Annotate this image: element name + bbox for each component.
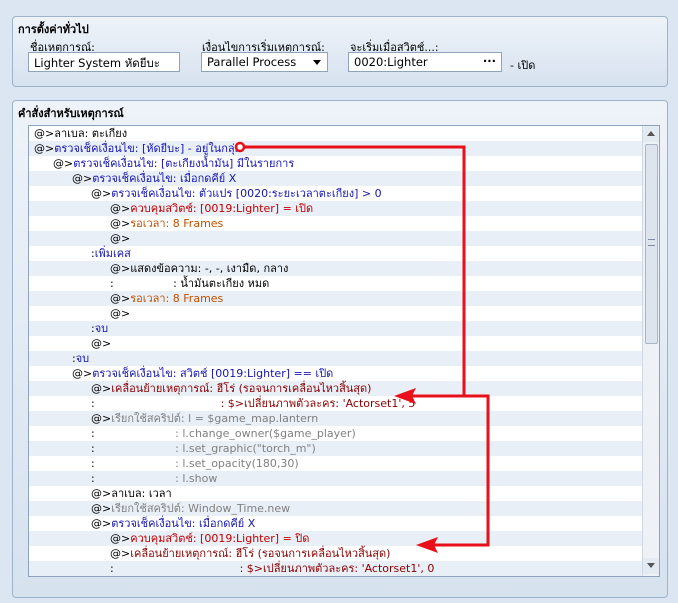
command-marker: @> (72, 172, 93, 185)
trigger-dropdown[interactable]: Parallel Process (201, 52, 328, 72)
command-text: เคลื่อนย้ายเหตุการณ์: ฮีโร่ (รอจนการเคลื… (130, 547, 391, 560)
scroll-up-icon (647, 131, 655, 136)
general-settings-title: การตั้งค่าทั่วไป (18, 23, 89, 36)
vertical-scrollbar[interactable] (642, 126, 659, 576)
command-marker: @> (91, 412, 112, 425)
command-text: : l.change_owner($game_player) (94, 427, 356, 440)
command-marker: @> (110, 307, 131, 320)
dropdown-arrow-icon (313, 60, 321, 65)
command-row[interactable]: : : $>เปลี่ยนภาพตัวละคร: 'Actorset1', 0 (29, 561, 643, 576)
command-row[interactable]: @>ตรวจเช็คเงื่อนไข: ตัวแปร [0020:ระยะเวล… (29, 186, 643, 201)
command-marker: @> (91, 502, 112, 515)
command-row[interactable]: : : l.set_graphic("torch_m") (29, 441, 643, 456)
command-text: จบ (94, 322, 109, 335)
command-text: ตรวจเช็คเงื่อนไข: เมื่อกดคีย์ X (92, 172, 237, 185)
command-marker: @> (110, 217, 131, 230)
command-text: : น้ำมันตะเกียง หมด (113, 277, 270, 290)
command-text: ควบคุมสวิตช์: [0019:Lighter] = ปิด (130, 532, 310, 545)
command-text: เคลื่อนย้ายเหตุการณ์: ฮีโร่ (รอจนการเคลื… (111, 382, 372, 395)
command-row[interactable]: : : น้ำมันตะเกียง หมด (29, 276, 643, 291)
command-row[interactable]: :จบ (29, 321, 643, 336)
command-row[interactable]: @>เรียกใช้สคริปต์: l = $game_map.lantern (29, 411, 643, 426)
command-text: ลาเบล: ตะเกียง (54, 127, 128, 140)
command-row[interactable]: @>ตรวจเช็คเงื่อนไข: สวิตช์ [0019:Lighter… (29, 366, 643, 381)
scroll-down-icon (647, 563, 655, 568)
command-marker: @> (34, 142, 55, 155)
command-text: ลาเบล: เวลา (111, 487, 172, 500)
command-marker: @> (110, 547, 131, 560)
command-text: แสดงข้อความ: -, -, เงามืด, กลาง (130, 262, 289, 275)
command-marker: @> (91, 487, 112, 500)
command-row[interactable]: @>เคลื่อนย้ายเหตุการณ์: ฮีโร่ (รอจนการเค… (29, 546, 643, 561)
command-marker: @> (91, 517, 112, 530)
command-row[interactable]: @>ควบคุมสวิตช์: [0019:Lighter] = เปิด (29, 201, 643, 216)
command-row[interactable]: @>ตรวจเช็คเงื่อนไข: [ตะเกียงน้ำมัน] มีใน… (29, 156, 643, 171)
command-row[interactable]: : : $>เปลี่ยนภาพตัวละคร: 'Actorset1', 5 (29, 396, 643, 411)
command-text: : $>เปลี่ยนภาพตัวละคร: 'Actorset1', 5 (94, 397, 416, 410)
command-text: : l.set_opacity(180,30) (94, 457, 299, 470)
command-row[interactable]: @>เคลื่อนย้ายเหตุการณ์: ฮีโร่ (รอจนการเค… (29, 381, 643, 396)
event-name-input[interactable]: Lighter System หัดยีบะ (28, 52, 180, 72)
command-row[interactable]: @>รอเวลา: 8 Frames (29, 216, 643, 231)
command-row[interactable]: :จบ (29, 351, 643, 366)
command-text: ตรวจเช็คเงื่อนไข: สวิตช์ [0019:Lighter] … (92, 367, 334, 380)
command-row[interactable]: @>แสดงข้อความ: -, -, เงามืด, กลาง (29, 261, 643, 276)
command-text: เรียกใช้สคริปต์: l = $game_map.lantern (111, 412, 319, 425)
command-row[interactable]: @> (29, 336, 643, 351)
grip-icon (648, 239, 655, 246)
command-text: : $>เปลี่ยนภาพตัวละคร: 'Actorset1', 0 (113, 562, 435, 575)
command-text: รอเวลา: 8 Frames (130, 292, 224, 305)
command-text: ตรวจเช็คเงื่อนไข: เมื่อกดคีย์ X (111, 517, 256, 530)
switch-value: 0020:Lighter (354, 55, 428, 69)
scroll-up-button[interactable] (643, 126, 659, 142)
command-text: : l.show (94, 472, 218, 485)
command-marker: @> (72, 367, 93, 380)
command-row[interactable]: : : l.change_owner($game_player) (29, 426, 643, 441)
command-row[interactable]: @>ตรวจเช็คเงื่อนไข: [หัดยีบะ] - อยู่ในกล… (29, 141, 643, 156)
command-row[interactable]: : : l.set_opacity(180,30) (29, 456, 643, 471)
switch-input[interactable]: 0020:Lighter ··· (348, 52, 502, 72)
command-text: เรียกใช้สคริปต์: Window_Time.new (111, 502, 291, 515)
command-text: : l.set_graphic("torch_m") (94, 442, 316, 455)
trigger-value: Parallel Process (207, 55, 297, 69)
command-list[interactable]: @>ลาเบล: ตะเกียง @>ตรวจเช็คเงื่อนไข: [หัด… (28, 125, 660, 577)
command-marker: @> (53, 157, 74, 170)
scroll-down-button[interactable] (643, 558, 659, 574)
command-marker: @> (34, 127, 55, 140)
command-marker: @> (110, 202, 131, 215)
switch-suffix: - เปิด (510, 59, 536, 72)
command-text: ตรวจเช็คเงื่อนไข: [ตะเกียงน้ำมัน] มีในรา… (73, 157, 295, 170)
command-row[interactable]: @>ตรวจเช็คเงื่อนไข: เมื่อกดคีย์ X (29, 171, 643, 186)
command-marker: @> (110, 292, 131, 305)
command-text: ตรวจเช็คเงื่อนไข: ตัวแปร [0020:ระยะเวลาต… (111, 187, 382, 200)
command-row[interactable]: @>รอเวลา: 8 Frames (29, 291, 643, 306)
command-row[interactable]: @>ลาเบล: เวลา (29, 486, 643, 501)
command-marker: @> (91, 382, 112, 395)
command-row[interactable]: : : l.show (29, 471, 643, 486)
command-text: เพิ่มเคส (94, 247, 131, 260)
command-row[interactable]: @>ลาเบล: ตะเกียง (29, 126, 643, 141)
ellipsis-icon[interactable]: ··· (483, 54, 496, 68)
command-row[interactable]: :เพิ่มเคส (29, 246, 643, 261)
command-text: จบ (75, 352, 90, 365)
command-marker: @> (110, 262, 131, 275)
scroll-thumb[interactable] (645, 144, 658, 344)
command-row[interactable]: @>ตรวจเช็คเงื่อนไข: เมื่อกดคีย์ X (29, 516, 643, 531)
command-row[interactable]: @>เรียกใช้สคริปต์: Window_Time.new (29, 501, 643, 516)
command-row[interactable]: @> (29, 231, 643, 246)
command-marker: @> (110, 232, 131, 245)
command-marker: @> (110, 532, 131, 545)
command-marker: @> (91, 337, 112, 350)
command-row[interactable]: @> (29, 306, 643, 321)
event-commands-title: คำสั่งสำหรับเหตุการณ์ (18, 107, 124, 120)
command-text: ควบคุมสวิตช์: [0019:Lighter] = เปิด (130, 202, 314, 215)
command-text: ตรวจเช็คเงื่อนไข: [หัดยีบะ] - อยู่ในกลุ่… (54, 142, 242, 155)
command-text: รอเวลา: 8 Frames (130, 217, 224, 230)
command-marker: @> (91, 187, 112, 200)
command-row[interactable]: @>ควบคุมสวิตช์: [0019:Lighter] = ปิด (29, 531, 643, 546)
